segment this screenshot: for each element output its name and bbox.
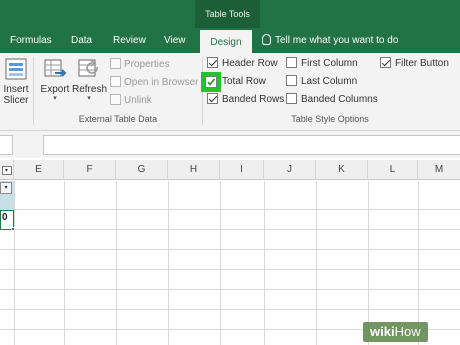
banded-rows-checkbox[interactable]: Banded Rows — [207, 92, 284, 108]
lightbulb-icon — [262, 34, 271, 45]
checkbox-header-row[interactable] — [207, 57, 218, 68]
ribbon-tab-row: Formulas Data Review View Design Tell me… — [0, 28, 460, 53]
grid-line — [316, 181, 317, 345]
tab-data[interactable]: Data — [71, 28, 92, 53]
column-header-l[interactable]: L — [368, 160, 418, 180]
column-header-j[interactable]: J — [264, 160, 316, 180]
refresh-button[interactable]: Refresh ▾ — [72, 57, 108, 103]
table-style-options-group-label: Table Style Options — [291, 114, 369, 124]
column-header-row: ▾ E F G H I J K L M — [0, 160, 460, 180]
wikihow-watermark: wikiHow — [363, 322, 428, 342]
export-icon — [43, 57, 67, 81]
unlink-label: Unlink — [124, 95, 152, 106]
export-dropdown-icon: ▾ — [53, 95, 57, 102]
slicer-icon — [4, 57, 28, 81]
column-header-f[interactable]: F — [64, 160, 116, 180]
export-button[interactable]: Export ▾ — [38, 57, 72, 103]
group-separator — [33, 57, 34, 125]
browser-icon — [110, 76, 121, 87]
highlight-marker — [201, 72, 221, 92]
grid-line — [0, 269, 460, 270]
banded-columns-label: Banded Columns — [301, 94, 378, 105]
grid-line — [264, 181, 265, 345]
last-column-checkbox[interactable]: Last Column — [286, 74, 357, 90]
tab-design[interactable]: Design — [200, 28, 252, 53]
unlink-button[interactable]: Unlink — [110, 94, 152, 108]
table-tools-label: Table Tools — [195, 0, 260, 28]
last-column-label: Last Column — [301, 76, 358, 87]
grid-line — [418, 181, 419, 345]
cell-grid[interactable] — [0, 181, 460, 345]
refresh-icon — [77, 57, 101, 81]
first-column-label: First Column — [301, 58, 358, 69]
tab-view[interactable]: View — [164, 28, 186, 53]
grid-line — [0, 309, 460, 310]
column-header-m[interactable]: M — [418, 160, 460, 180]
tab-review[interactable]: Review — [113, 28, 146, 53]
checkbox-filter-button[interactable] — [380, 57, 391, 68]
filter-button-icon[interactable]: ▾ — [0, 182, 12, 194]
grid-line — [0, 249, 460, 250]
insert-slicer-line2: Slicer — [3, 95, 29, 106]
watermark-wiki: wiki — [370, 324, 395, 339]
refresh-dropdown-icon: ▾ — [87, 95, 91, 102]
checkbox-first-column[interactable] — [286, 57, 297, 68]
properties-label: Properties — [124, 59, 170, 70]
banded-rows-label: Banded Rows — [222, 94, 285, 105]
checkbox-banded-columns[interactable] — [286, 93, 297, 104]
column-header-g[interactable]: G — [116, 160, 168, 180]
properties-button[interactable]: Properties — [110, 58, 170, 72]
name-box[interactable] — [0, 135, 13, 155]
grid-line — [368, 181, 369, 345]
tell-me-text: Tell me what you want to do — [275, 35, 399, 46]
refresh-label: Refresh — [72, 84, 108, 95]
filter-dropdown-icon[interactable]: ▾ — [1, 166, 12, 175]
column-header-h[interactable]: H — [168, 160, 220, 180]
fill-handle[interactable] — [11, 227, 15, 231]
formula-input[interactable] — [43, 135, 460, 155]
header-row-checkbox[interactable]: Header Row — [207, 56, 278, 72]
grid-line — [0, 289, 460, 290]
total-row-label: Total Row — [222, 76, 266, 87]
header-row-label: Header Row — [222, 58, 278, 69]
grid-line — [168, 181, 169, 345]
total-row-value: 0 — [2, 212, 8, 223]
column-header-i[interactable]: I — [220, 160, 264, 180]
unlink-icon — [110, 94, 121, 105]
grid-line — [64, 181, 65, 345]
formula-bar — [0, 131, 460, 158]
open-in-browser-button[interactable]: Open in Browser — [110, 76, 198, 90]
first-column-checkbox[interactable]: First Column — [286, 56, 358, 72]
filter-button-label: Filter Button — [395, 58, 449, 69]
tab-formulas[interactable]: Formulas — [10, 28, 52, 53]
grid-line — [0, 209, 460, 210]
column-header-k[interactable]: K — [316, 160, 368, 180]
insert-slicer-line1: Insert — [3, 84, 29, 95]
filter-button-checkbox[interactable]: Filter Button — [380, 56, 449, 72]
export-label: Export — [40, 84, 70, 95]
properties-icon — [110, 58, 121, 69]
column-header-d-partial[interactable]: ▾ — [0, 160, 14, 180]
grid-line — [116, 181, 117, 345]
external-table-data-group-label: External Table Data — [78, 114, 158, 124]
checkbox-last-column[interactable] — [286, 75, 297, 86]
grid-line — [14, 181, 15, 345]
grid-line — [220, 181, 221, 345]
insert-slicer-button[interactable]: Insert Slicer — [2, 57, 30, 106]
tell-me-search[interactable]: Tell me what you want to do — [262, 28, 398, 53]
grid-line — [0, 229, 460, 230]
open-in-browser-label: Open in Browser — [124, 77, 199, 88]
column-header-e[interactable]: E — [14, 160, 64, 180]
ribbon: Insert Slicer Export ▾ Refresh ▾ Propert… — [0, 53, 460, 131]
banded-columns-checkbox[interactable]: Banded Columns — [286, 92, 378, 108]
checkbox-banded-rows[interactable] — [207, 93, 218, 104]
watermark-how: How — [394, 324, 421, 339]
